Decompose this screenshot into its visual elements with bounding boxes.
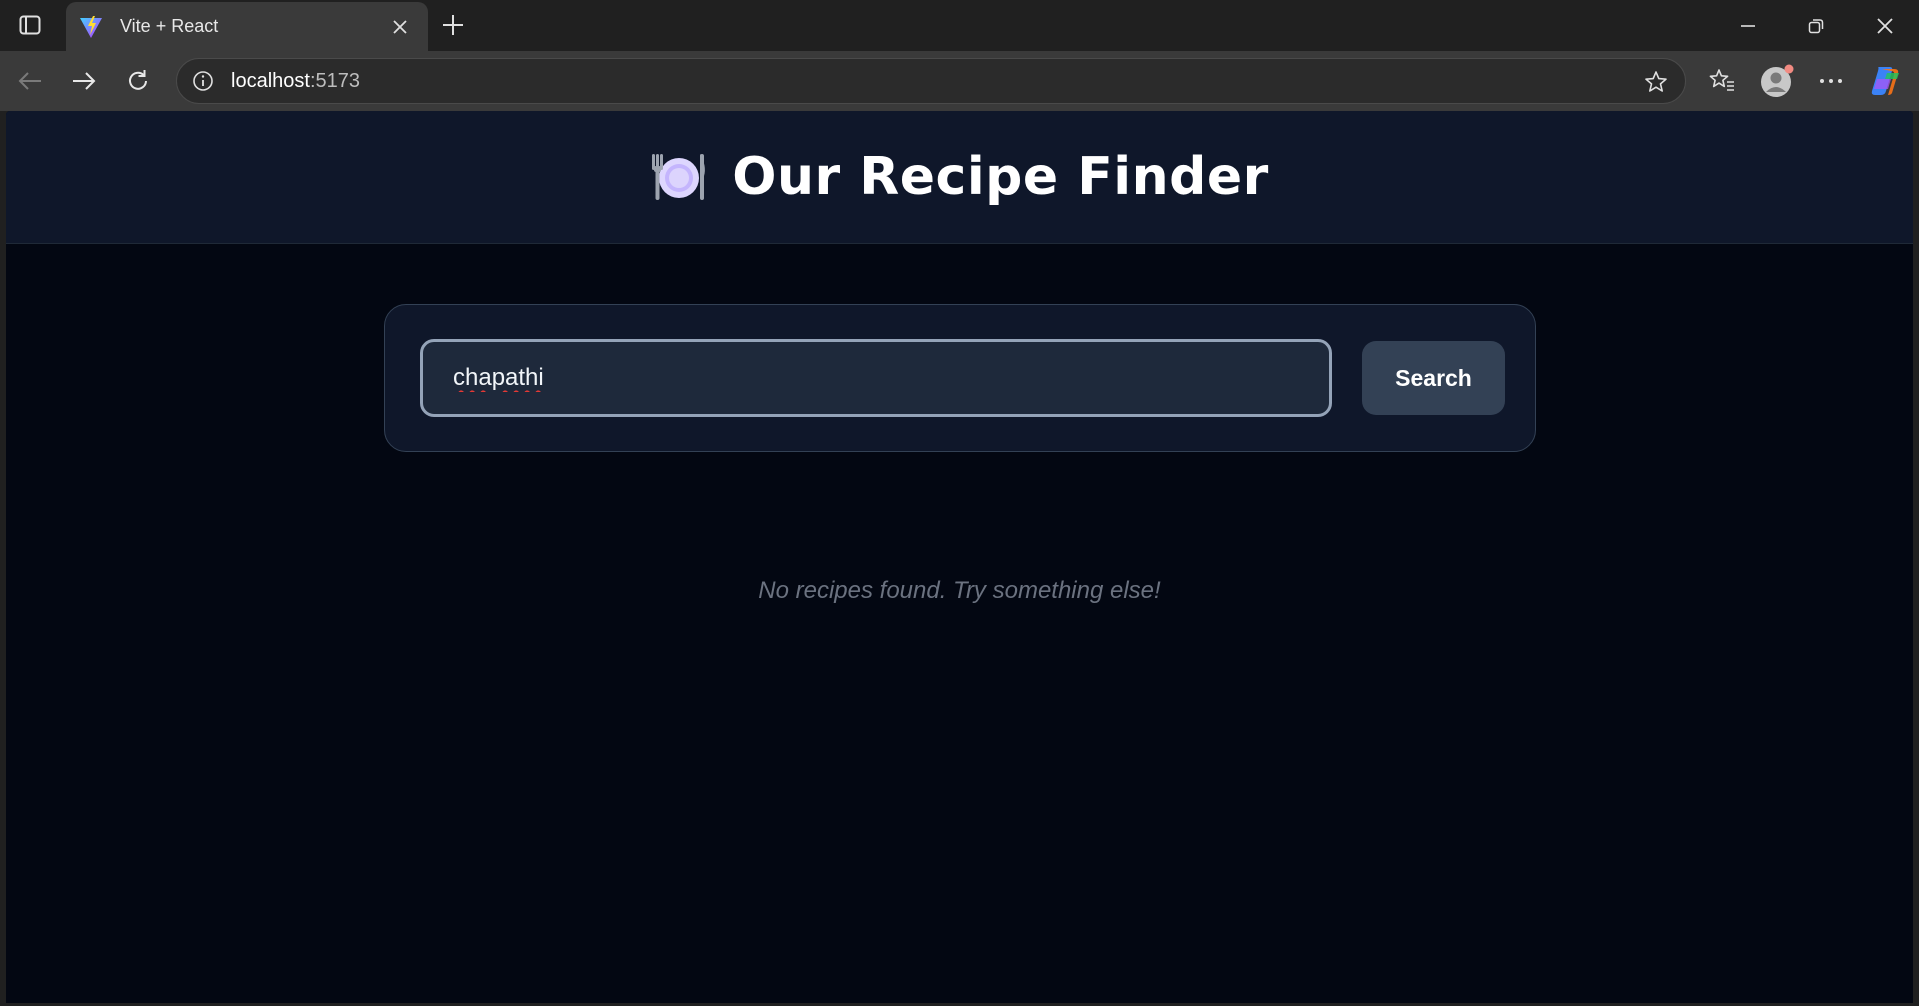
more-icon xyxy=(1820,79,1842,83)
close-icon xyxy=(393,19,407,34)
search-button[interactable]: Search xyxy=(1362,341,1505,415)
copilot-button[interactable] xyxy=(1866,61,1906,101)
tab-close-button[interactable] xyxy=(386,13,414,41)
star-icon xyxy=(1645,71,1667,92)
url-text[interactable]: localhost:5173 xyxy=(231,70,360,93)
plus-icon xyxy=(443,15,463,35)
tab-title: Vite + React xyxy=(120,16,219,36)
browser-toolbar: localhost:5173 xyxy=(0,51,1919,111)
search-card: Search xyxy=(384,304,1536,452)
favorites-icon xyxy=(1709,69,1734,91)
copilot-icon xyxy=(1871,67,1899,95)
reload-button[interactable] xyxy=(118,61,158,101)
browser-window: Vite + React localhost:5173 Our Recipe F… xyxy=(0,0,1919,1006)
empty-state-message: No recipes found. Try something else! xyxy=(758,577,1161,604)
minimize-button[interactable] xyxy=(1714,0,1782,51)
tab-actions-button[interactable] xyxy=(12,10,48,40)
page-title: Our Recipe Finder xyxy=(732,147,1269,207)
window-close-button[interactable] xyxy=(1851,0,1919,51)
url-host: localhost xyxy=(231,69,310,92)
favorites-button[interactable] xyxy=(1702,61,1742,101)
restore-button[interactable] xyxy=(1782,0,1850,51)
minimize-icon xyxy=(1741,24,1755,27)
forward-button[interactable] xyxy=(64,61,104,101)
add-favorite-button[interactable] xyxy=(1641,67,1671,97)
tab-strip: Vite + React xyxy=(0,0,1919,51)
new-tab-button[interactable] xyxy=(436,8,470,42)
tab-actions-icon xyxy=(19,15,41,35)
back-button[interactable] xyxy=(10,61,50,101)
search-input[interactable] xyxy=(420,339,1332,417)
address-bar[interactable]: localhost:5173 xyxy=(176,58,1686,104)
browser-tab[interactable]: Vite + React xyxy=(66,2,428,51)
profile-button[interactable] xyxy=(1757,61,1797,101)
restore-icon xyxy=(1808,18,1824,33)
app-header: Our Recipe Finder xyxy=(6,111,1913,244)
close-icon xyxy=(1877,17,1893,34)
url-port: :5173 xyxy=(309,69,360,92)
profile-avatar-icon xyxy=(1761,64,1794,97)
settings-menu-button[interactable] xyxy=(1811,61,1851,101)
info-icon[interactable] xyxy=(189,67,217,95)
plate-cutlery-icon xyxy=(652,154,706,200)
page-viewport: Our Recipe Finder Search No recipes foun… xyxy=(6,111,1913,1003)
vite-logo-icon xyxy=(78,14,104,40)
back-arrow-icon xyxy=(18,72,41,90)
reload-icon xyxy=(129,70,147,90)
forward-arrow-icon xyxy=(73,72,96,90)
